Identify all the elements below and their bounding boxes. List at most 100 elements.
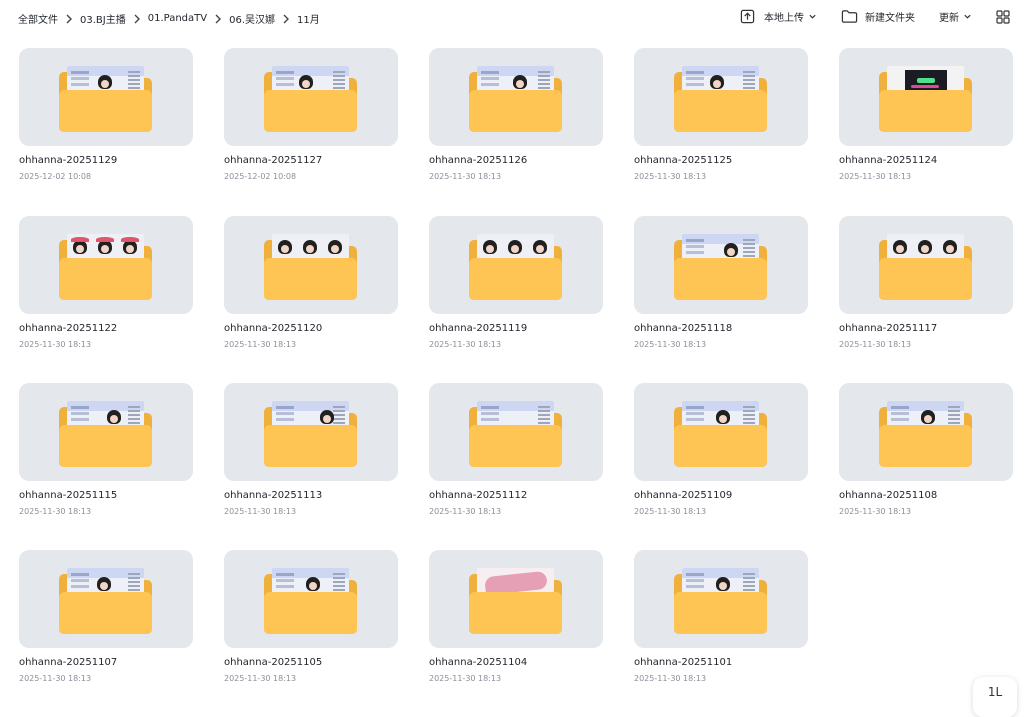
folder-name: ohhanna-20251122 [19,323,118,334]
folder-thumbnail [429,216,603,314]
grid-view-button[interactable] [996,9,1010,24]
folder-card[interactable]: ohhanna-20251105 2025-11-30 18:13 [224,550,398,690]
folder-thumbnail [19,216,193,314]
folder-thumbnail [429,383,603,481]
breadcrumb-item-all-files[interactable]: 全部文件 [18,11,58,26]
top-toolbar: 全部文件 03.BJ主播 01.PandaTV 06.吴汉娜 11月 本地上传 … [0,0,1024,38]
folder-thumbnail [19,383,193,481]
folder-date: 2025-11-30 18:13 [634,340,707,349]
folder-date: 2025-11-30 18:13 [19,674,92,683]
folder-card[interactable]: ohhanna-20251113 2025-11-30 18:13 [224,383,398,523]
chevron-down-icon [964,14,971,19]
folder-icon [879,232,972,300]
folder-name: ohhanna-20251101 [634,657,733,668]
upload-label: 本地上传 [764,13,804,24]
breadcrumb-item-pandatv[interactable]: 01.PandaTV [148,13,207,24]
folder-date: 2025-11-30 18:13 [839,340,912,349]
folder-date: 2025-11-30 18:13 [839,172,912,181]
breadcrumb-item-current[interactable]: 11月 [297,11,320,26]
folder-card[interactable]: ohhanna-20251129 2025-12-02 10:08 [19,48,193,188]
folder-date: 2025-11-30 18:13 [224,340,297,349]
folder-date: 2025-11-30 18:13 [839,507,912,516]
sort-dropdown[interactable]: 更新 [939,9,972,24]
new-folder-label: 新建文件夹 [865,13,915,24]
folder-date: 2025-11-30 18:13 [429,340,502,349]
folder-icon [59,566,152,634]
folder-card[interactable]: ohhanna-20251115 2025-11-30 18:13 [19,383,193,523]
chevron-right-icon [58,14,80,24]
folder-thumbnail [634,383,808,481]
folder-date: 2025-11-30 18:13 [19,340,92,349]
folder-name: ohhanna-20251118 [634,323,733,334]
folder-thumbnail [429,550,603,648]
folder-name: ohhanna-20251108 [839,490,938,501]
folder-card[interactable]: ohhanna-20251112 2025-11-30 18:13 [429,383,603,523]
folder-name: ohhanna-20251115 [19,490,118,501]
folder-date: 2025-12-02 10:08 [19,172,92,181]
folder-icon [879,64,972,132]
folder-name: ohhanna-20251119 [429,323,528,334]
grid-view-icon [996,9,1010,24]
folder-name: ohhanna-20251127 [224,155,323,166]
upload-icon [740,9,755,24]
folder-card[interactable]: ohhanna-20251108 2025-11-30 18:13 [839,383,1013,523]
folder-card[interactable]: ohhanna-20251122 2025-11-30 18:13 [19,216,193,356]
folder-name: ohhanna-20251109 [634,490,733,501]
folder-icon [59,64,152,132]
folder-icon [469,399,562,467]
folder-card[interactable]: ohhanna-20251118 2025-11-30 18:13 [634,216,808,356]
folder-card[interactable]: ohhanna-20251119 2025-11-30 18:13 [429,216,603,356]
breadcrumb-item-streamer[interactable]: 06.吴汉娜 [229,11,275,26]
folder-date: 2025-11-30 18:13 [429,674,502,683]
breadcrumb: 全部文件 03.BJ主播 01.PandaTV 06.吴汉娜 11月 [18,11,320,26]
float-action-label: 1L [987,685,1003,699]
folder-thumbnail [634,48,808,146]
folder-date: 2025-11-30 18:13 [19,507,92,516]
folder-card[interactable]: ohhanna-20251127 2025-12-02 10:08 [224,48,398,188]
folder-card[interactable]: ohhanna-20251120 2025-11-30 18:13 [224,216,398,356]
folder-icon [264,399,357,467]
sort-label: 更新 [939,13,959,24]
folder-card[interactable]: ohhanna-20251107 2025-11-30 18:13 [19,550,193,690]
folder-icon [264,232,357,300]
folder-card[interactable]: ohhanna-20251101 2025-11-30 18:13 [634,550,808,690]
folder-thumbnail [224,216,398,314]
folder-card[interactable]: ohhanna-20251125 2025-11-30 18:13 [634,48,808,188]
chevron-right-icon [126,14,148,24]
folder-card[interactable]: ohhanna-20251109 2025-11-30 18:13 [634,383,808,523]
folder-icon [879,399,972,467]
folder-icon [469,64,562,132]
folder-thumbnail [634,216,808,314]
float-action-button[interactable]: 1L [973,677,1017,717]
folder-thumbnail [839,216,1013,314]
breadcrumb-item-bj[interactable]: 03.BJ主播 [80,11,126,26]
chevron-right-icon [207,14,229,24]
folder-name: ohhanna-20251129 [19,155,118,166]
folder-card[interactable]: ohhanna-20251124 2025-11-30 18:13 [839,48,1013,188]
folder-icon [264,566,357,634]
folder-date: 2025-11-30 18:13 [224,507,297,516]
chevron-right-icon [275,14,297,24]
folder-thumbnail [839,383,1013,481]
folder-card[interactable]: ohhanna-20251126 2025-11-30 18:13 [429,48,603,188]
upload-button[interactable]: 本地上传 [740,9,817,24]
folder-thumbnail [634,550,808,648]
folder-date: 2025-11-30 18:13 [634,172,707,181]
folder-name: ohhanna-20251104 [429,657,528,668]
folder-icon [674,64,767,132]
folder-name: ohhanna-20251125 [634,155,733,166]
folder-outline-icon [841,9,858,24]
folder-icon [674,566,767,634]
new-folder-button[interactable]: 新建文件夹 [841,9,915,24]
folder-icon [674,232,767,300]
folder-date: 2025-12-02 10:08 [224,172,297,181]
folder-date: 2025-11-30 18:13 [634,507,707,516]
folder-name: ohhanna-20251117 [839,323,938,334]
folder-thumbnail [429,48,603,146]
folder-thumbnail [224,383,398,481]
folder-name: ohhanna-20251105 [224,657,323,668]
folder-icon [674,399,767,467]
folder-date: 2025-11-30 18:13 [429,507,502,516]
folder-card[interactable]: ohhanna-20251117 2025-11-30 18:13 [839,216,1013,356]
folder-card[interactable]: ohhanna-20251104 2025-11-30 18:13 [429,550,603,690]
